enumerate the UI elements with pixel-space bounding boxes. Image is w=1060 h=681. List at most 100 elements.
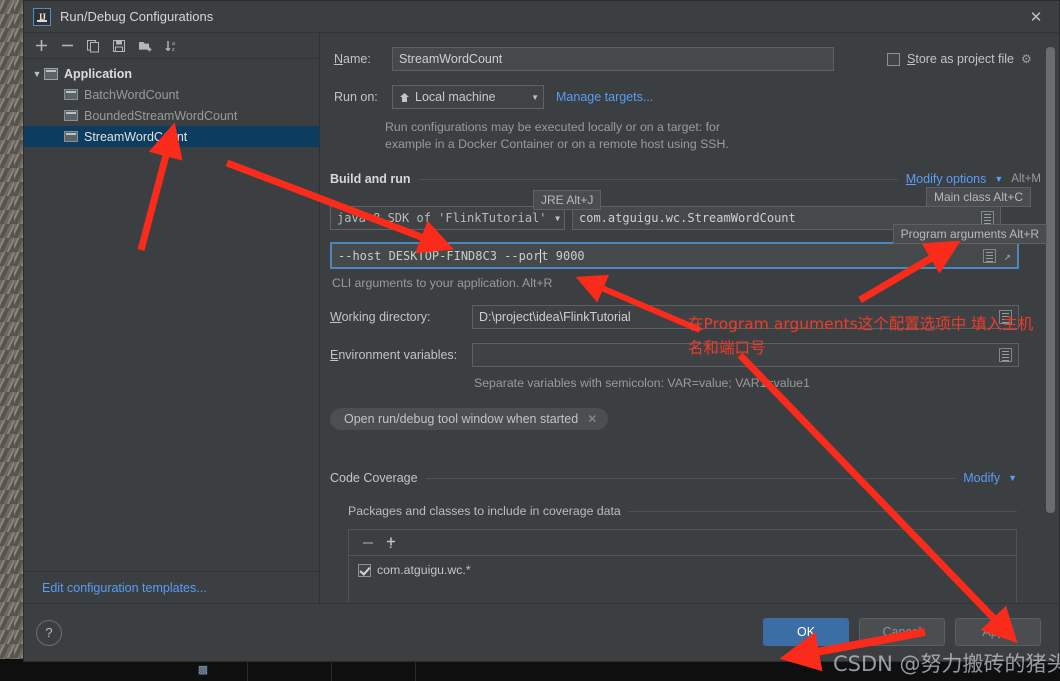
browse-directory-icon[interactable] <box>999 310 1012 324</box>
folder-add-icon[interactable] <box>132 34 158 58</box>
working-directory-label: Working directory: <box>330 310 431 324</box>
dialog-footer: ? OK Cancel Apply <box>24 603 1059 661</box>
main-class-value: com.atguigu.wc.StreamWordCount <box>579 211 796 225</box>
dialog-buttons: OK Cancel Apply <box>763 618 1041 646</box>
run-debug-configurations-dialog: IJ Run/Debug Configurations ✕ a z ▼ Appl… <box>23 0 1060 662</box>
modify-options-shortcut: Alt+M <box>1011 173 1041 185</box>
tree-group-label: Application <box>64 66 133 81</box>
minus-icon[interactable] <box>357 532 379 554</box>
program-arguments-tooltip: Program arguments Alt+R <box>892 224 1047 244</box>
chevron-down-icon[interactable]: ▼ <box>30 69 44 79</box>
coverage-list-item[interactable]: com.atguigu.wc.* <box>349 556 1016 577</box>
taskbar-item[interactable] <box>332 659 416 681</box>
code-coverage-label: Code Coverage <box>330 471 418 485</box>
application-icon <box>64 110 78 121</box>
tree-item-boundedstreamwordcount[interactable]: BoundedStreamWordCount <box>24 105 319 126</box>
plus-dropdown-icon[interactable] <box>381 532 403 554</box>
section-divider <box>628 510 1017 512</box>
save-icon[interactable] <box>106 34 132 58</box>
intellij-idea-logo-icon: IJ <box>33 7 51 26</box>
form-scrollbar-thumb[interactable] <box>1046 47 1055 513</box>
coverage-item-checkbox[interactable] <box>358 563 371 577</box>
home-icon <box>400 92 409 102</box>
tree-group-application[interactable]: ▼ Application <box>24 63 319 84</box>
taskbar-icon[interactable]: ▩ <box>190 662 216 678</box>
configurations-tree: ▼ Application BatchWordCount BoundedStre… <box>24 59 319 571</box>
screenshot-root: ▩ IJ Run/Debug Configurations ✕ a z ▼ Ap… <box>0 0 1060 681</box>
cancel-button[interactable]: Cancel <box>859 618 945 646</box>
jre-dropdown[interactable]: java 8 SDK of 'FlinkTutorial' modu ▼ <box>330 206 565 230</box>
taskbar: ▩ <box>0 659 1060 681</box>
environment-variables-input[interactable] <box>472 343 1019 367</box>
tree-item-label: BatchWordCount <box>84 87 179 102</box>
environment-variables-hint: Separate variables with semicolon: VAR=v… <box>474 376 810 390</box>
chevron-down-icon[interactable]: ▼ <box>1008 473 1017 483</box>
run-on-hint-line2: example in a Docker Container or on a re… <box>385 137 729 151</box>
sort-alpha-icon[interactable]: az <box>158 34 184 58</box>
store-as-project-file-label: Store as project file <box>907 52 1015 66</box>
dialog-body: az ▼ Application BatchWordCount BoundedS… <box>24 33 1059 603</box>
dialog-title: Run/Debug Configurations <box>60 9 214 24</box>
name-input[interactable]: StreamWordCount <box>392 47 834 71</box>
gear-icon[interactable]: ⚙ <box>1021 53 1033 65</box>
section-divider <box>418 178 898 180</box>
copy-icon[interactable] <box>80 34 106 58</box>
minus-icon[interactable] <box>54 34 80 58</box>
close-icon[interactable]: ✕ <box>587 412 597 426</box>
coverage-packages-box: com.atguigu.wc.* <box>348 529 1017 603</box>
code-coverage-modify-link[interactable]: Modify <box>963 471 1000 485</box>
plus-icon[interactable] <box>28 34 54 58</box>
tree-item-label: StreamWordCount <box>84 129 188 144</box>
working-directory-input[interactable]: D:\project\idea\FlinkTutorial <box>472 305 1019 329</box>
arguments-history-icon[interactable] <box>982 248 996 263</box>
svg-text:z: z <box>172 47 175 53</box>
run-on-dropdown[interactable]: Local machine ▼ <box>392 85 544 109</box>
jre-value: java 8 SDK of 'FlinkTutorial' modu <box>337 211 550 225</box>
apply-button[interactable]: Apply <box>955 618 1041 646</box>
packages-to-include-label: Packages and classes to include in cover… <box>348 504 621 518</box>
expand-editor-icon[interactable]: ↗ <box>1004 249 1011 263</box>
configuration-form: Name: StreamWordCount Store as project f… <box>320 33 1059 603</box>
coverage-toolbar <box>349 530 1016 556</box>
program-arguments-input[interactable]: --host DESKTOP-FIND8C3 --por t 9000 ↗ <box>330 242 1019 269</box>
modify-options-link[interactable]: Modify options <box>906 172 987 186</box>
application-icon <box>64 89 78 100</box>
build-and-run-label: Build and run <box>330 172 411 186</box>
application-icon <box>64 131 78 142</box>
chevron-down-icon[interactable]: ▼ <box>531 93 539 102</box>
chevron-down-icon[interactable]: ▼ <box>994 174 1003 184</box>
application-icon <box>44 67 58 80</box>
open-tool-window-chip[interactable]: Open run/debug tool window when started … <box>330 408 609 430</box>
edit-configuration-templates-link[interactable]: Edit configuration templates... <box>42 581 207 595</box>
program-arguments-value-left: --host DESKTOP-FIND8C3 --por <box>338 248 541 263</box>
name-label: Name: <box>334 52 371 66</box>
manage-targets-link[interactable]: Manage targets... <box>556 90 653 104</box>
section-divider <box>425 477 956 479</box>
configurations-sidebar: az ▼ Application BatchWordCount BoundedS… <box>24 33 320 603</box>
tree-item-batchwordcount[interactable]: BatchWordCount <box>24 84 319 105</box>
tree-item-streamwordcount[interactable]: StreamWordCount <box>24 126 319 147</box>
taskbar-item[interactable] <box>248 659 332 681</box>
store-as-project-file-checkbox[interactable] <box>887 52 900 66</box>
tree-item-label: BoundedStreamWordCount <box>84 108 238 123</box>
main-class-tooltip: Main class Alt+C <box>925 187 1031 207</box>
run-on-value: Local machine <box>415 90 496 104</box>
question-mark-icon[interactable]: ? <box>36 619 62 646</box>
program-arguments-value-right: t 9000 <box>541 248 585 263</box>
ok-button[interactable]: OK <box>763 618 849 646</box>
program-arguments-hint: CLI arguments to your application. Alt+R <box>332 276 553 290</box>
close-icon[interactable]: ✕ <box>1013 1 1059 33</box>
browse-main-class-icon[interactable] <box>981 211 994 225</box>
environment-variables-label: Environment variables: <box>330 348 458 362</box>
run-on-label: Run on: <box>334 90 378 104</box>
edit-environment-variables-icon[interactable] <box>999 348 1012 362</box>
edit-templates-row: Edit configuration templates... <box>24 571 319 603</box>
coverage-item-label: com.atguigu.wc.* <box>377 563 471 577</box>
name-input-value: StreamWordCount <box>399 52 503 66</box>
chevron-down-icon[interactable]: ▼ <box>555 214 560 223</box>
dialog-titlebar: IJ Run/Debug Configurations ✕ <box>24 1 1059 33</box>
sidebar-toolbar: az <box>24 33 319 59</box>
jre-tooltip: JRE Alt+J <box>533 190 602 210</box>
open-tool-window-chip-label: Open run/debug tool window when started <box>344 412 579 426</box>
run-on-hint-line1: Run configurations may be executed local… <box>385 120 720 134</box>
